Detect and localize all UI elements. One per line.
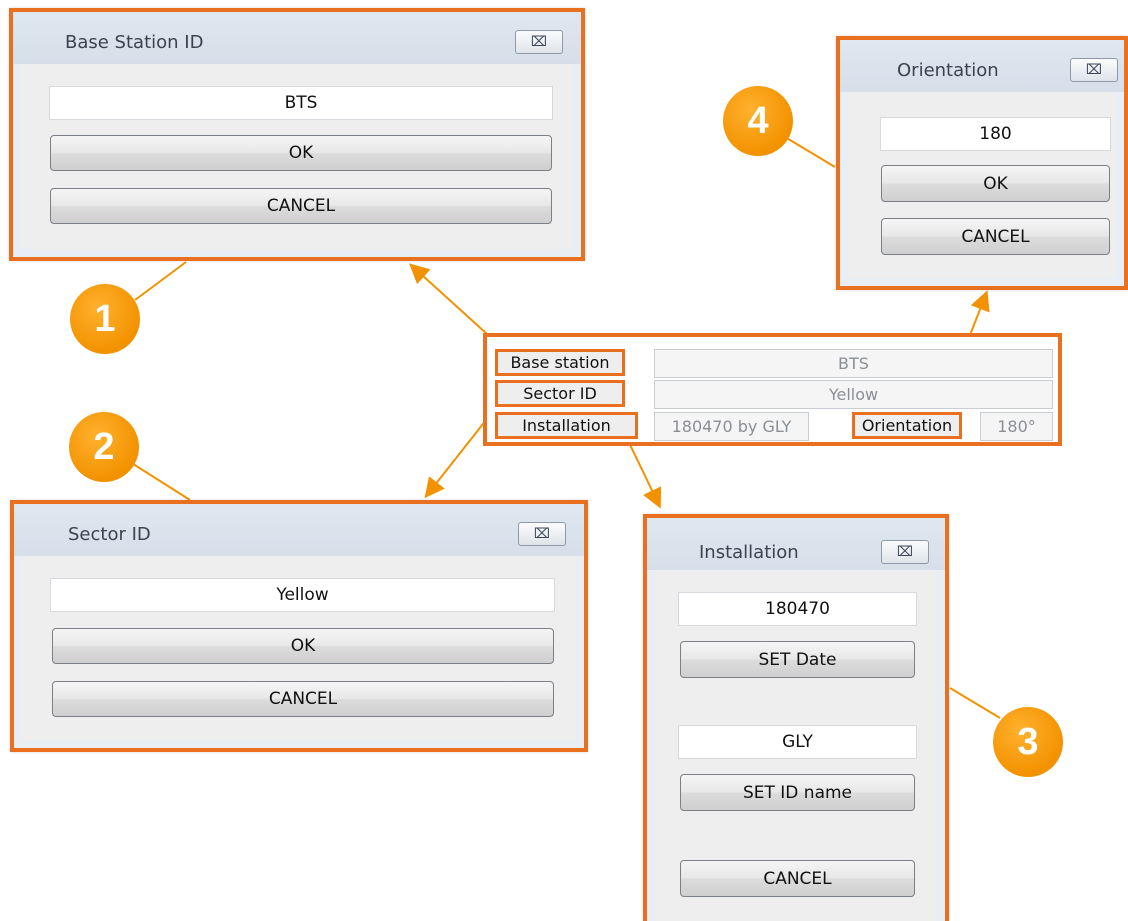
installation-label[interactable]: Installation bbox=[495, 412, 638, 439]
sector-id-value: Yellow bbox=[654, 380, 1053, 409]
station-info-panel: Base station BTS Sector ID Yellow Instal… bbox=[483, 333, 1062, 446]
ok-button[interactable]: OK bbox=[52, 628, 554, 664]
base-station-dialog: Base Station ID ⌧ BTS OK CANCEL bbox=[9, 8, 585, 261]
title-bar: Installation ⌧ bbox=[647, 518, 945, 570]
dialog-body: 180 OK CANCEL bbox=[848, 92, 1116, 278]
ok-button[interactable]: OK bbox=[881, 165, 1110, 202]
installation-dialog: Installation ⌧ 180470 SET Date GLY SET I… bbox=[643, 514, 949, 921]
title-bar: Base Station ID ⌧ bbox=[13, 12, 581, 64]
close-button[interactable]: ⌧ bbox=[881, 540, 929, 564]
dialog-body: 180470 SET Date GLY SET ID name CANCEL bbox=[655, 570, 937, 921]
cancel-button[interactable]: CANCEL bbox=[50, 188, 552, 224]
installation-value: 180470 by GLY bbox=[654, 412, 809, 441]
dialog-title: Base Station ID bbox=[65, 32, 204, 53]
close-button[interactable]: ⌧ bbox=[518, 522, 566, 546]
callout-badge-4: 4 bbox=[723, 86, 793, 156]
dialog-title: Orientation bbox=[897, 60, 999, 81]
sector-id-input[interactable]: Yellow bbox=[50, 578, 555, 612]
base-station-value: BTS bbox=[654, 349, 1053, 378]
orientation-input[interactable]: 180 bbox=[880, 117, 1111, 151]
installation-id-input[interactable]: GLY bbox=[678, 725, 917, 759]
base-station-input[interactable]: BTS bbox=[49, 86, 553, 120]
close-button[interactable]: ⌧ bbox=[515, 30, 563, 54]
close-button[interactable]: ⌧ bbox=[1070, 58, 1118, 82]
dialog-body: Yellow OK CANCEL bbox=[22, 556, 576, 740]
orientation-dialog: Orientation ⌧ 180 OK CANCEL bbox=[836, 36, 1128, 290]
installation-date-input[interactable]: 180470 bbox=[678, 592, 917, 626]
ok-button[interactable]: OK bbox=[50, 135, 552, 171]
set-date-button[interactable]: SET Date bbox=[680, 641, 915, 678]
sector-id-dialog: Sector ID ⌧ Yellow OK CANCEL bbox=[10, 500, 588, 752]
cancel-button[interactable]: CANCEL bbox=[52, 681, 554, 717]
cancel-button[interactable]: CANCEL bbox=[881, 218, 1110, 255]
callout-badge-3: 3 bbox=[993, 707, 1063, 777]
base-station-label[interactable]: Base station bbox=[495, 349, 625, 376]
orientation-label[interactable]: Orientation bbox=[852, 412, 962, 439]
set-id-name-button[interactable]: SET ID name bbox=[680, 774, 915, 811]
cancel-button[interactable]: CANCEL bbox=[680, 860, 915, 897]
dialog-title: Installation bbox=[699, 542, 799, 563]
orientation-value: 180° bbox=[980, 412, 1053, 441]
callout-badge-1: 1 bbox=[70, 284, 140, 354]
dialog-body: BTS OK CANCEL bbox=[21, 64, 573, 249]
sector-id-label[interactable]: Sector ID bbox=[495, 380, 625, 407]
title-bar: Orientation ⌧ bbox=[840, 40, 1124, 92]
title-bar: Sector ID ⌧ bbox=[14, 504, 584, 556]
callout-badge-2: 2 bbox=[69, 412, 139, 482]
dialog-title: Sector ID bbox=[68, 524, 151, 545]
